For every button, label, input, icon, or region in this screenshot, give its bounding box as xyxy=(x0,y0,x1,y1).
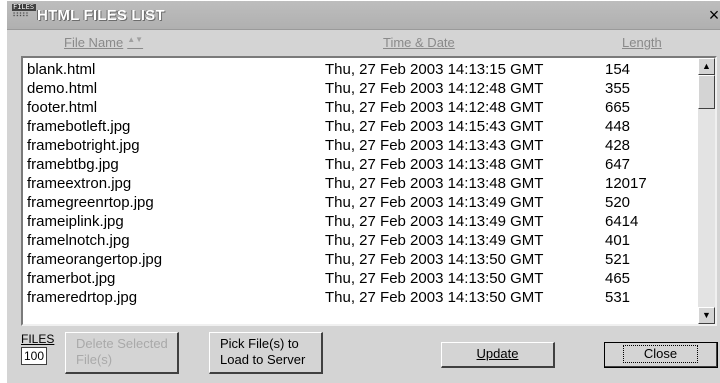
file-date-cell: Thu, 27 Feb 2003 14:12:48 GMT xyxy=(325,99,544,116)
file-length-cell: 531 xyxy=(605,289,631,306)
file-date-cell: Thu, 27 Feb 2003 14:13:15 GMT xyxy=(325,61,544,78)
file-row[interactable]: framebotleft.jpg Thu, 27 Feb 2003 14:15:4… xyxy=(27,117,697,136)
file-length-cell: 647 xyxy=(605,156,631,173)
file-name-cell: frameorangertop.jpg xyxy=(27,251,163,268)
file-row[interactable]: framerbot.jpg Thu, 27 Feb 2003 14:13:50 G… xyxy=(27,269,697,288)
file-date-cell: Thu, 27 Feb 2003 14:13:49 GMT xyxy=(325,232,544,249)
column-header-time-date[interactable]: Time & Date xyxy=(383,35,455,50)
file-name-cell: frameextron.jpg xyxy=(27,175,132,192)
file-date-cell: Thu, 27 Feb 2003 14:13:48 GMT xyxy=(325,175,544,192)
file-row[interactable]: demo.html Thu, 27 Feb 2003 14:12:48 GMT 35… xyxy=(27,79,697,98)
file-row[interactable]: footer.html Thu, 27 Feb 2003 14:12:48 GMT… xyxy=(27,98,697,117)
close-button[interactable]: Close xyxy=(604,342,718,368)
file-name-cell: frameiplink.jpg xyxy=(27,213,124,230)
file-date-cell: Thu, 27 Feb 2003 14:15:43 GMT xyxy=(325,118,544,135)
pick-files-to-load-button[interactable]: Pick File(s) to Load to Server xyxy=(209,332,323,374)
file-row[interactable]: frameorangertop.jpg Thu, 27 Feb 2003 14:1… xyxy=(27,250,697,269)
file-row[interactable]: framelnotch.jpg Thu, 27 Feb 2003 14:13:49… xyxy=(27,231,697,250)
file-date-cell: Thu, 27 Feb 2003 14:13:49 GMT xyxy=(325,213,544,230)
file-length-cell: 520 xyxy=(605,194,631,211)
file-row[interactable]: frameredrtop.jpg Thu, 27 Feb 2003 14:13:5… xyxy=(27,288,697,307)
file-length-cell: 521 xyxy=(605,251,631,268)
file-length-cell: 665 xyxy=(605,99,631,116)
title-bar[interactable]: FILES ::::: HTML FILES LIST × xyxy=(7,1,720,30)
file-date-cell: Thu, 27 Feb 2003 14:13:50 GMT xyxy=(325,289,544,306)
file-list[interactable]: blank.html Thu, 27 Feb 2003 14:13:15 GMT 1… xyxy=(21,56,717,326)
file-date-cell: Thu, 27 Feb 2003 14:13:49 GMT xyxy=(325,194,544,211)
column-header-file-name-label: File Name xyxy=(64,35,124,50)
file-row[interactable]: frameiplink.jpg Thu, 27 Feb 2003 14:13:49… xyxy=(27,212,697,231)
scroll-thumb[interactable] xyxy=(698,75,715,109)
column-header-length[interactable]: Length xyxy=(622,35,662,50)
file-length-cell: 401 xyxy=(605,232,631,249)
scroll-down-arrow-icon[interactable]: ▼ xyxy=(698,307,715,324)
column-header-file-name[interactable]: File Name ▲▼ xyxy=(64,35,143,50)
sort-indicator-icon: ▲▼ xyxy=(127,35,144,44)
html-files-list-window: FILES ::::: HTML FILES LIST × File Name ▲… xyxy=(6,0,720,383)
file-name-cell: framelnotch.jpg xyxy=(27,232,130,249)
files-count-value: 100 xyxy=(21,347,47,365)
scroll-up-arrow-icon[interactable]: ▲ xyxy=(698,58,715,75)
file-name-cell: demo.html xyxy=(27,80,98,97)
file-row[interactable]: blank.html Thu, 27 Feb 2003 14:13:15 GMT 1… xyxy=(27,60,697,79)
file-name-cell: framebtbg.jpg xyxy=(27,156,119,173)
file-name-cell: framerbot.jpg xyxy=(27,270,116,287)
file-length-cell: 465 xyxy=(605,270,631,287)
file-length-cell: 448 xyxy=(605,118,631,135)
file-date-cell: Thu, 27 Feb 2003 14:13:50 GMT xyxy=(325,251,544,268)
app-icon-label-bottom: ::::: xyxy=(12,10,29,18)
file-date-cell: Thu, 27 Feb 2003 14:13:43 GMT xyxy=(325,137,544,154)
file-date-cell: Thu, 27 Feb 2003 14:13:48 GMT xyxy=(325,156,544,173)
file-row[interactable]: framegreenrtop.jpg Thu, 27 Feb 2003 14:13… xyxy=(27,193,697,212)
file-length-cell: 428 xyxy=(605,137,631,154)
file-name-cell: blank.html xyxy=(27,61,96,78)
file-name-cell: framebotleft.jpg xyxy=(27,118,131,135)
file-length-cell: 355 xyxy=(605,80,631,97)
files-app-icon: FILES ::::: xyxy=(12,4,36,24)
file-date-cell: Thu, 27 Feb 2003 14:12:48 GMT xyxy=(325,80,544,97)
file-length-cell: 154 xyxy=(605,61,631,78)
close-button-label: Close xyxy=(622,345,699,363)
file-length-cell: 6414 xyxy=(605,213,639,230)
file-list-rows: blank.html Thu, 27 Feb 2003 14:13:15 GMT 1… xyxy=(27,60,697,307)
close-icon[interactable]: × xyxy=(705,5,720,25)
file-name-cell: footer.html xyxy=(27,99,98,116)
file-name-cell: frameredrtop.jpg xyxy=(27,289,138,306)
file-name-cell: framebotright.jpg xyxy=(27,137,140,154)
delete-selected-files-button[interactable]: Delete Selected File(s) xyxy=(65,332,179,374)
file-date-cell: Thu, 27 Feb 2003 14:13:50 GMT xyxy=(325,270,544,287)
window-title: HTML FILES LIST xyxy=(37,7,165,24)
update-button[interactable]: Update xyxy=(441,342,555,368)
file-row[interactable]: framebtbg.jpg Thu, 27 Feb 2003 14:13:48 G… xyxy=(27,155,697,174)
file-row[interactable]: frameextron.jpg Thu, 27 Feb 2003 14:13:48… xyxy=(27,174,697,193)
file-row[interactable]: framebotright.jpg Thu, 27 Feb 2003 14:13:… xyxy=(27,136,697,155)
file-name-cell: framegreenrtop.jpg xyxy=(27,194,154,211)
update-button-label: Update xyxy=(476,346,519,361)
file-length-cell: 12017 xyxy=(605,175,647,192)
files-count-label: FILES xyxy=(21,332,55,346)
vertical-scrollbar[interactable]: ▲ ▼ xyxy=(698,58,715,324)
